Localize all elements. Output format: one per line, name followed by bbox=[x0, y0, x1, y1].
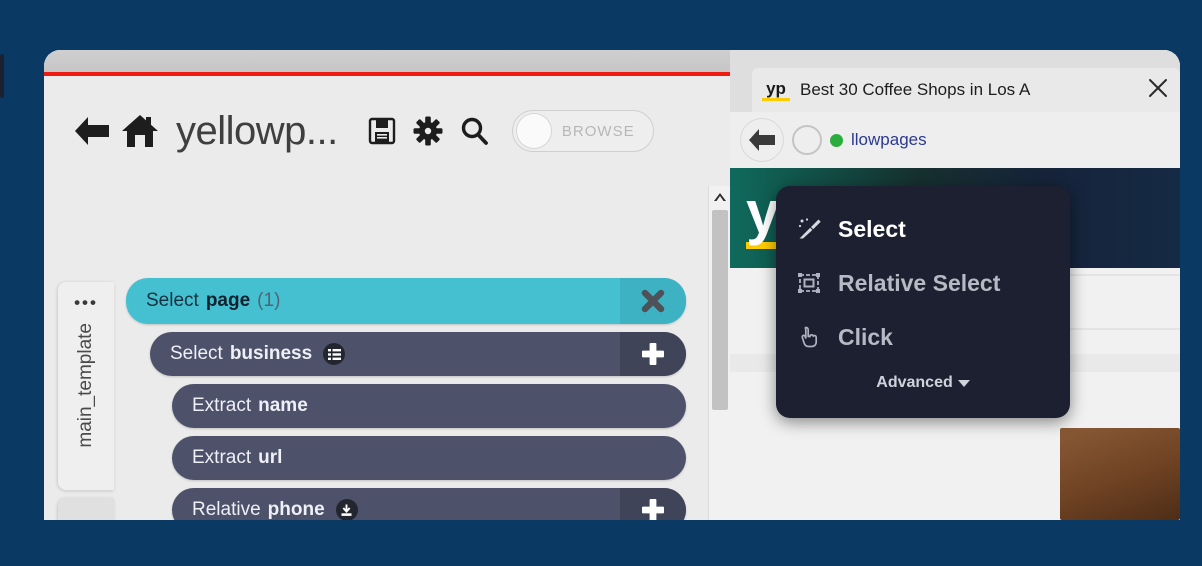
menu-item-relative-select-label: Relative Select bbox=[838, 269, 1001, 296]
listing-thumbnail bbox=[1060, 428, 1180, 520]
remove-command-button[interactable] bbox=[620, 278, 686, 324]
magic-wand-icon bbox=[796, 216, 822, 242]
command-tree: Select page (1) Select business Extract … bbox=[126, 278, 686, 520]
browse-toggle[interactable]: BROWSE bbox=[511, 110, 654, 152]
close-x-icon bbox=[641, 289, 665, 313]
menu-item-relative-select[interactable]: Relative Select bbox=[776, 256, 1070, 310]
back-arrow-icon[interactable] bbox=[740, 118, 784, 162]
gear-icon[interactable] bbox=[408, 111, 448, 151]
browse-toggle-knob bbox=[515, 113, 552, 149]
tab-menu-dots-icon[interactable]: ••• bbox=[74, 294, 98, 311]
context-menu: Select Relative Select Click Advanced bbox=[776, 186, 1070, 418]
main-template-label: main_template bbox=[75, 323, 96, 448]
table-row[interactable]: Extract url bbox=[172, 436, 686, 480]
scrollbar-thumb[interactable] bbox=[712, 210, 728, 410]
browser-tab[interactable]: yp Best 30 Coffee Shops in Los A bbox=[752, 68, 1180, 112]
table-row[interactable]: Select page (1) bbox=[126, 278, 686, 324]
favicon-underline bbox=[762, 97, 790, 101]
scrollbar[interactable] bbox=[708, 186, 730, 520]
close-icon[interactable] bbox=[1144, 77, 1172, 104]
command-verb: Select bbox=[146, 290, 199, 311]
table-row[interactable]: Extract name bbox=[172, 384, 686, 428]
command-label: Select business bbox=[150, 343, 346, 365]
reload-icon[interactable] bbox=[792, 125, 822, 155]
table-row[interactable]: Relative phone bbox=[172, 488, 686, 520]
browser-tab-bar: yp Best 30 Coffee Shops in Los A bbox=[730, 50, 1180, 112]
page-title: yellowp... bbox=[176, 108, 338, 153]
sidebar-item-secondary-template[interactable]: ••• bbox=[58, 498, 114, 520]
yp-favicon-icon: yp bbox=[762, 80, 790, 101]
tab-menu-dots-icon-secondary[interactable]: ••• bbox=[74, 514, 98, 521]
context-menu-pointer bbox=[0, 54, 4, 98]
menu-item-click[interactable]: Click bbox=[776, 310, 1070, 364]
menu-item-select[interactable]: Select bbox=[776, 202, 1070, 256]
save-floppy-icon[interactable] bbox=[362, 111, 402, 151]
command-noun: name bbox=[258, 395, 308, 416]
command-noun: phone bbox=[267, 499, 325, 520]
download-icon bbox=[335, 499, 358, 520]
favicon-text: yp bbox=[766, 78, 786, 98]
command-noun: page bbox=[205, 290, 251, 311]
screenshot-stage: yellowp... BROWSE ••• main_template Sele… bbox=[0, 0, 1202, 566]
command-noun: business bbox=[229, 343, 313, 364]
panel-title-bar bbox=[44, 50, 730, 72]
advanced-toggle[interactable]: Advanced bbox=[776, 374, 1070, 392]
url-bar[interactable]: llowpages bbox=[851, 130, 927, 150]
template-editor-panel: yellowp... BROWSE ••• main_template Sele… bbox=[44, 50, 730, 520]
command-verb: Extract bbox=[192, 447, 252, 468]
back-arrow-icon[interactable] bbox=[70, 109, 114, 153]
content-divider bbox=[1060, 328, 1180, 330]
pointing-hand-icon bbox=[796, 324, 822, 350]
search-icon[interactable] bbox=[454, 111, 494, 151]
browser-chrome-bar: llowpages bbox=[730, 112, 1180, 168]
browse-toggle-label: BROWSE bbox=[561, 122, 635, 140]
command-verb: Select bbox=[170, 343, 223, 364]
browser-tab-title: Best 30 Coffee Shops in Los A bbox=[800, 80, 1031, 99]
command-label: Select page (1) bbox=[126, 290, 280, 312]
relative-select-box-icon bbox=[796, 270, 822, 296]
command-verb: Relative bbox=[192, 499, 261, 520]
advanced-label: Advanced bbox=[876, 374, 953, 391]
home-icon[interactable] bbox=[118, 109, 162, 153]
plus-icon bbox=[642, 343, 664, 365]
secure-dot-icon bbox=[830, 133, 843, 147]
content-divider bbox=[1060, 274, 1180, 276]
sidebar-item-main-template[interactable]: ••• main_template bbox=[58, 282, 114, 490]
command-label: Extract url bbox=[172, 447, 282, 469]
menu-item-click-label: Click bbox=[838, 323, 893, 350]
scroll-up-arrow-icon[interactable] bbox=[709, 186, 730, 208]
command-label: Extract name bbox=[172, 395, 308, 417]
command-noun: url bbox=[258, 447, 283, 468]
add-command-button[interactable] bbox=[620, 488, 686, 520]
table-row[interactable]: Select business bbox=[150, 332, 686, 376]
editor-toolbar: yellowp... BROWSE bbox=[44, 76, 730, 186]
command-count: (1) bbox=[257, 290, 281, 311]
template-tab-rail: ••• main_template ••• bbox=[58, 282, 114, 520]
add-command-button[interactable] bbox=[620, 332, 686, 376]
menu-item-select-label: Select bbox=[838, 215, 906, 242]
plus-icon bbox=[642, 499, 664, 520]
command-verb: Extract bbox=[192, 395, 252, 416]
list-icon bbox=[323, 343, 346, 365]
command-label: Relative phone bbox=[172, 499, 358, 520]
chevron-down-icon bbox=[957, 379, 970, 387]
